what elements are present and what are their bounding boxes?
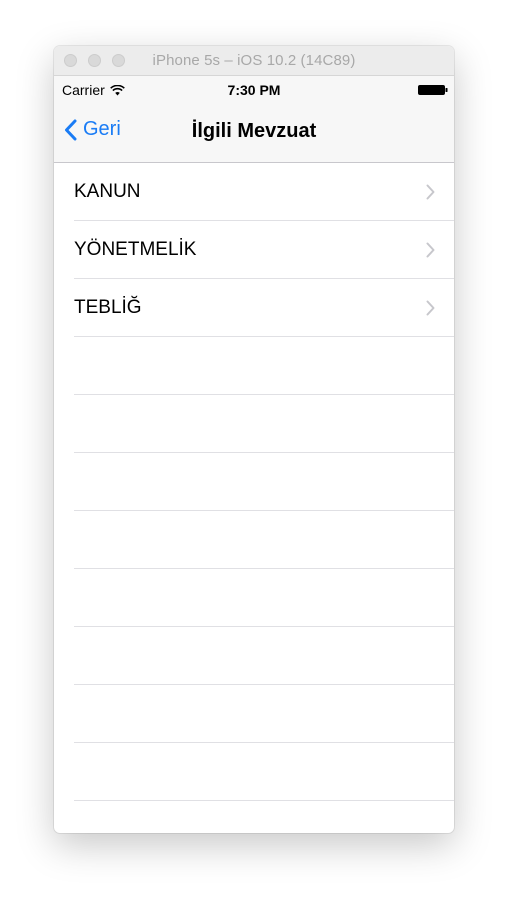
- simulator-window: iPhone 5s – iOS 10.2 (14C89) Carrier 7:3…: [54, 46, 454, 833]
- simulator-titlebar: iPhone 5s – iOS 10.2 (14C89): [54, 46, 454, 76]
- empty-separator-row: [54, 337, 454, 395]
- list-item-label: KANUN: [74, 181, 141, 202]
- chevron-right-icon: [426, 184, 435, 200]
- status-time: 7:30 PM: [227, 82, 281, 98]
- empty-separator-row: [54, 743, 454, 801]
- status-bar: Carrier 7:30 PM: [54, 76, 454, 104]
- empty-separator-row: [54, 511, 454, 569]
- empty-separator-row: [54, 569, 454, 627]
- table-view: KANUN YÖNETMELİK TEBLİĞ: [54, 163, 454, 801]
- battery-icon: [418, 85, 448, 95]
- empty-separator-row: [54, 395, 454, 453]
- navigation-bar: Geri İlgili Mevzuat: [54, 104, 454, 163]
- chevron-right-icon: [426, 242, 435, 258]
- empty-separator-row: [54, 453, 454, 511]
- window-title: iPhone 5s – iOS 10.2 (14C89): [152, 52, 356, 69]
- list-item-teblig[interactable]: TEBLİĞ: [54, 279, 454, 337]
- list-item-label: YÖNETMELİK: [74, 239, 197, 260]
- empty-separator-row: [54, 627, 454, 685]
- list-item-kanun[interactable]: KANUN: [54, 163, 454, 221]
- list-item-yonetmelik[interactable]: YÖNETMELİK: [54, 221, 454, 279]
- list-item-label: TEBLİĞ: [74, 297, 142, 318]
- chevron-right-icon: [426, 300, 435, 316]
- empty-separator-row: [54, 685, 454, 743]
- page-title: İlgili Mevzuat: [191, 120, 317, 142]
